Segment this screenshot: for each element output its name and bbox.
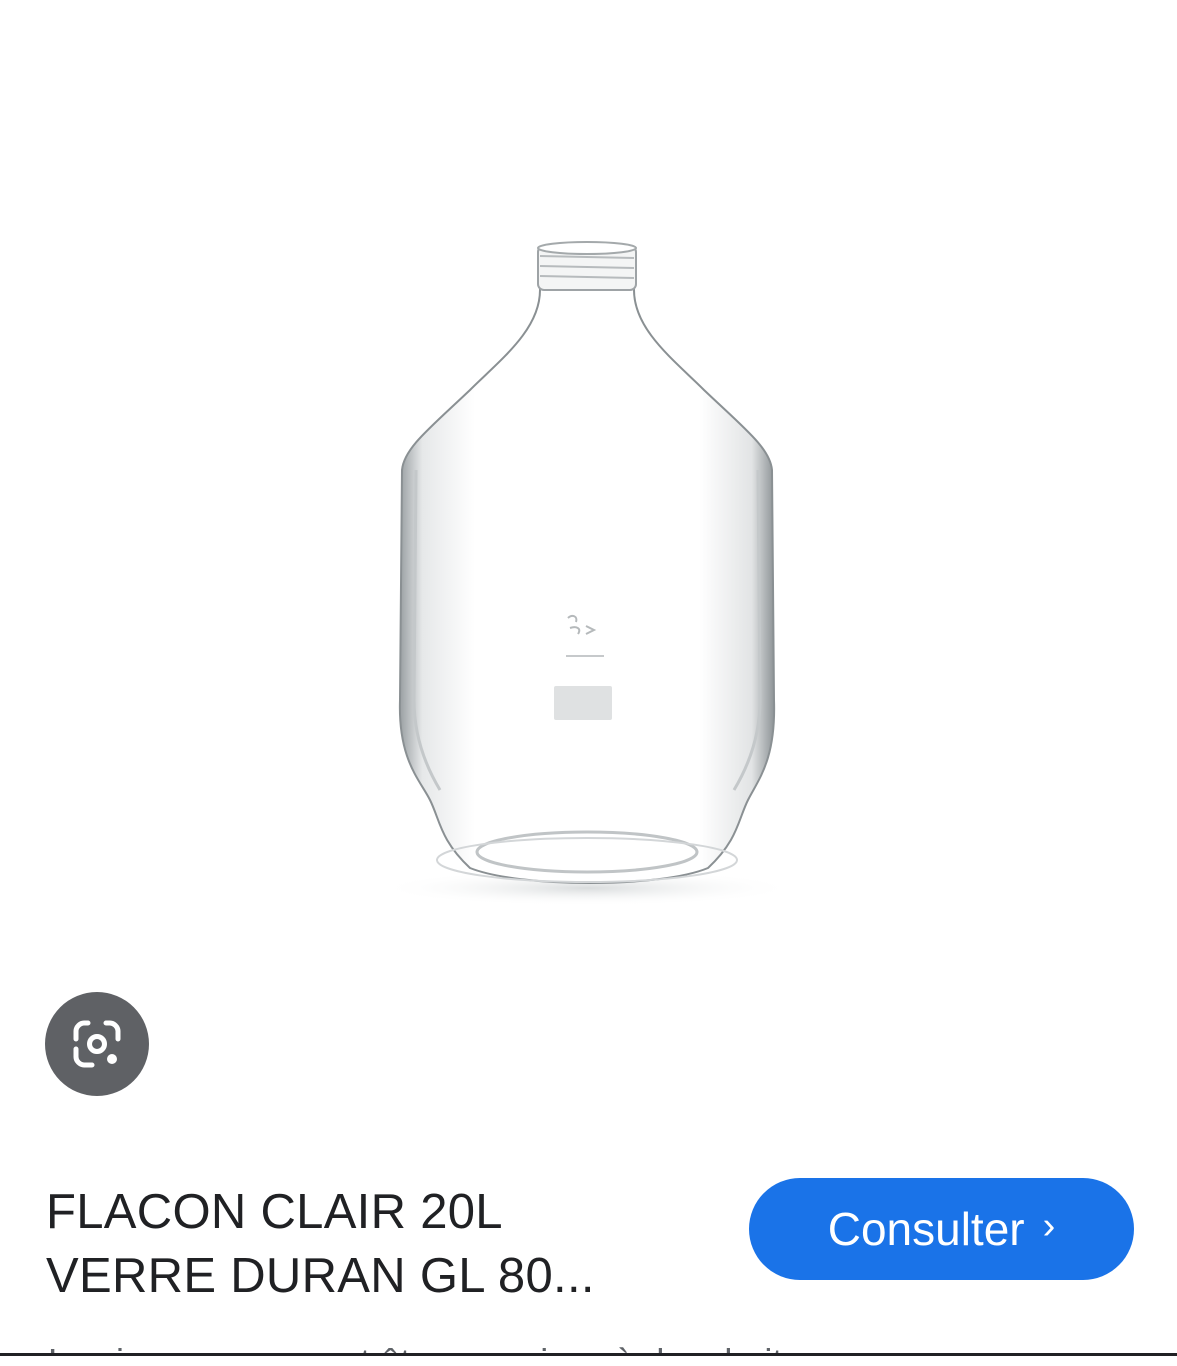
product-title[interactable]: FLACON CLAIR 20L VERRE DURAN GL 80...	[46, 1180, 726, 1308]
product-title-line1: FLACON CLAIR 20L	[46, 1185, 503, 1239]
glass-bottle-image	[377, 241, 797, 906]
bottom-edge	[0, 1356, 1177, 1366]
chevron-right-icon: ›	[1042, 1205, 1056, 1247]
google-lens-button[interactable]	[45, 992, 149, 1096]
visit-button[interactable]: Consulter ›	[749, 1178, 1134, 1280]
product-image-area[interactable]	[0, 0, 1177, 1140]
google-lens-icon	[73, 1020, 121, 1068]
product-title-line2: VERRE DURAN GL 80...	[46, 1249, 595, 1303]
visit-button-label: Consulter	[827, 1203, 1025, 1255]
